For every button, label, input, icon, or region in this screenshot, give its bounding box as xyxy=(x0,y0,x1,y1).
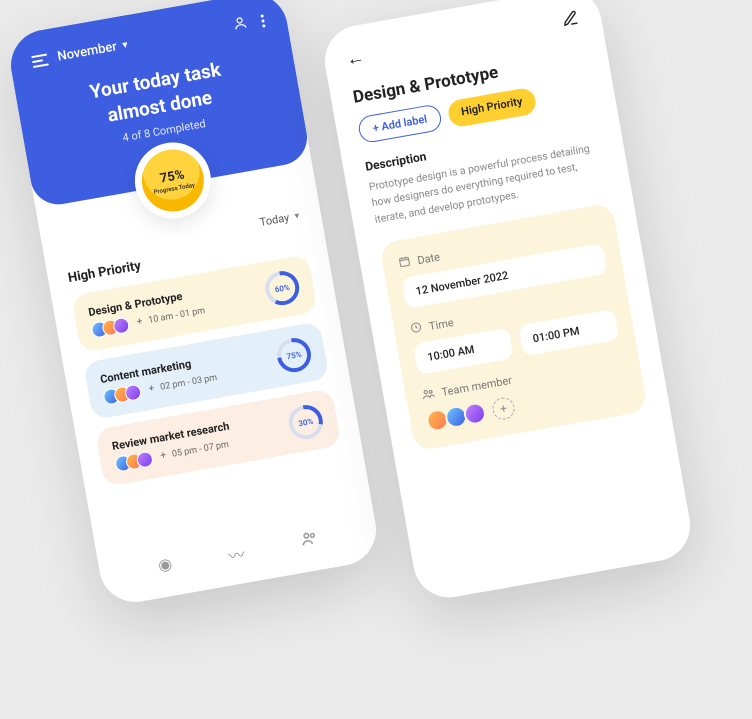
calendar-icon xyxy=(397,254,411,271)
member-label: Team member xyxy=(441,374,513,399)
team-icon xyxy=(421,386,437,404)
nav-home-icon[interactable]: ◉ xyxy=(156,554,174,580)
task-time: 10 am - 01 pm xyxy=(148,306,206,326)
avatar[interactable] xyxy=(462,401,487,426)
nav-team-icon[interactable] xyxy=(299,528,321,555)
task-detail-screen: ← Design & Prototype + Add label High Pr… xyxy=(319,0,695,603)
add-member-icon[interactable]: + xyxy=(136,316,144,328)
clock-icon xyxy=(409,320,423,337)
add-member-icon[interactable]: + xyxy=(148,383,156,395)
avatar-stack xyxy=(90,316,130,338)
month-selector[interactable]: November ▼ xyxy=(56,37,130,64)
user-icon[interactable] xyxy=(231,14,249,35)
time-label: Time xyxy=(428,316,455,333)
menu-icon[interactable] xyxy=(31,53,49,68)
add-member-button[interactable]: + xyxy=(491,396,516,421)
add-member-icon[interactable]: + xyxy=(160,450,168,462)
time-start-field[interactable]: 10:00 AM xyxy=(413,327,514,374)
time-end-field[interactable]: 01:00 PM xyxy=(518,309,619,356)
chevron-down-icon: ▼ xyxy=(292,211,301,221)
avatar-stack xyxy=(102,383,142,405)
progress-ring: 60% xyxy=(263,269,302,308)
add-label-button[interactable]: + Add label xyxy=(357,103,443,144)
date-label: Date xyxy=(416,250,441,267)
nav-stats-icon[interactable]: 〰 xyxy=(227,541,247,567)
avatar-stack xyxy=(114,450,154,472)
back-icon[interactable]: ← xyxy=(345,47,366,71)
bottom-nav: ◉ 〰 xyxy=(97,510,380,598)
more-icon[interactable] xyxy=(260,14,265,27)
month-label: November xyxy=(56,39,118,64)
chevron-down-icon: ▼ xyxy=(120,39,131,51)
task-time: 05 pm - 07 pm xyxy=(171,440,229,460)
task-time: 02 pm - 03 pm xyxy=(159,373,217,393)
edit-icon[interactable] xyxy=(560,9,580,33)
task-overview-screen: November ▼ Your today task almost done 4… xyxy=(5,0,381,608)
progress-ring: 75% xyxy=(274,336,313,375)
priority-chip[interactable]: High Priority xyxy=(446,87,537,129)
detail-card: Date 12 November 2022 Time 10:00 AM 01:0… xyxy=(379,203,648,452)
progress-ring: 30% xyxy=(286,403,325,442)
